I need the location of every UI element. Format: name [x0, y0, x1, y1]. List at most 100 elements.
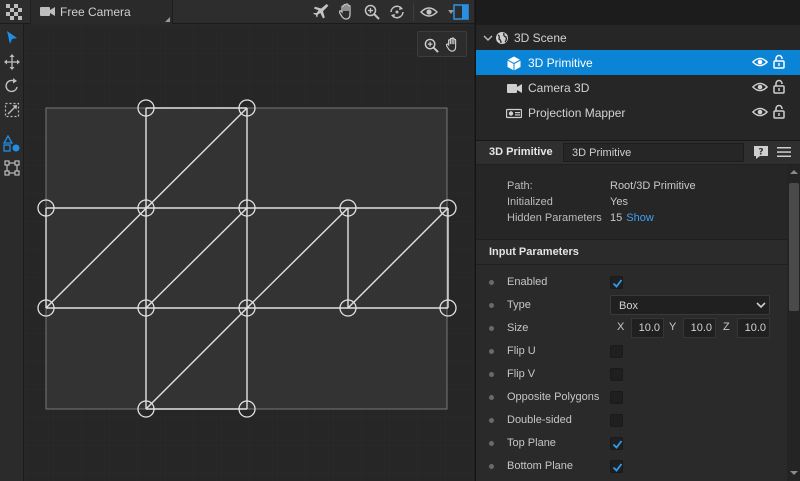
reset-view-icon[interactable] — [387, 2, 407, 22]
airplane-icon[interactable] — [312, 2, 332, 22]
camera-select[interactable]: Free Camera — [30, 0, 173, 24]
zoom-icon[interactable] — [421, 35, 441, 55]
param-label: Size — [507, 322, 529, 334]
param-label: Top Plane — [507, 437, 556, 449]
param-label: Enabled — [507, 276, 548, 288]
panel-toggle-icon[interactable] — [451, 2, 471, 22]
scrollbar-thumb[interactable] — [789, 183, 799, 311]
mesh-canvas[interactable] — [25, 25, 474, 481]
checker-icon[interactable] — [5, 3, 23, 21]
show-hidden-link[interactable]: Show — [626, 212, 654, 224]
toolbar-divider — [413, 3, 414, 21]
viewport-pane: Free Camera — [0, 0, 474, 481]
initialized-label: Initialized — [507, 196, 553, 208]
param-dot[interactable] — [489, 303, 494, 308]
tree-item-3d-primitive[interactable]: 3D Primitive — [476, 50, 800, 75]
camera-select-label: Free Camera — [60, 5, 131, 19]
flip-v-checkbox[interactable] — [610, 368, 623, 381]
type-select[interactable]: Box — [610, 295, 770, 315]
opposite-polygons-checkbox[interactable] — [610, 391, 623, 404]
param-dot[interactable] — [489, 441, 494, 446]
flip-u-checkbox[interactable] — [610, 345, 623, 358]
move-icon[interactable] — [2, 52, 22, 72]
tree-item-label: 3D Primitive — [528, 56, 593, 70]
video-camera-icon — [506, 80, 522, 96]
size-x-label: X — [617, 321, 625, 333]
path-label: Path: — [507, 180, 533, 192]
hidden-parameters-label: Hidden Parameters — [507, 212, 602, 224]
node-name-field[interactable]: 3D Primitive — [563, 143, 744, 162]
type-select-value: Box — [619, 300, 638, 312]
camera-icon — [40, 6, 55, 20]
param-dot[interactable] — [489, 280, 494, 285]
select-arrow-icon[interactable] — [2, 28, 22, 48]
right-panel: 3D Scene 3D Primitive Camera 3D Projecti… — [475, 0, 800, 481]
hand-icon[interactable] — [443, 35, 463, 55]
param-top-plane: Top Plane — [476, 432, 787, 455]
scale-icon[interactable] — [2, 100, 22, 120]
tree-item-3d-scene[interactable]: 3D Scene — [476, 25, 800, 50]
size-x-field[interactable]: 10.0 — [631, 318, 664, 338]
visibility-eye-icon[interactable] — [751, 56, 769, 70]
visibility-eye-icon[interactable] — [751, 106, 769, 120]
enabled-checkbox[interactable] — [610, 276, 623, 289]
path-value: Root/3D Primitive — [610, 180, 696, 192]
size-z-label: Z — [723, 321, 730, 333]
zoom-icon[interactable] — [362, 2, 382, 22]
parameter-list: Enabled Type Box Size X 10.0 Y 10.0 Z 10… — [476, 266, 787, 481]
param-size: Size X 10.0 Y 10.0 Z 10.0 — [476, 317, 787, 340]
param-double-sided: Double-sided — [476, 409, 787, 432]
param-dot[interactable] — [489, 349, 494, 354]
param-dot[interactable] — [489, 326, 494, 331]
size-z-field[interactable]: 10.0 — [737, 318, 770, 338]
rotate-icon[interactable] — [2, 76, 22, 96]
top-plane-checkbox[interactable] — [610, 437, 623, 450]
lock-icon[interactable] — [773, 79, 787, 95]
hand-icon[interactable] — [337, 2, 357, 22]
input-parameters-header[interactable]: Input Parameters — [476, 239, 787, 265]
param-type: Type Box — [476, 294, 787, 317]
scene-tree: 3D Scene 3D Primitive Camera 3D Projecti… — [476, 25, 800, 140]
param-dot[interactable] — [489, 372, 494, 377]
param-bottom-plane: Bottom Plane — [476, 455, 787, 478]
scroll-up-icon[interactable] — [790, 169, 798, 175]
inspector-header: 3D Primitive 3D Primitive ? — [476, 141, 800, 165]
param-label: Double-sided — [507, 414, 572, 426]
param-dot[interactable] — [489, 418, 494, 423]
vertex-edit-icon[interactable] — [2, 134, 22, 154]
lock-icon[interactable] — [773, 104, 787, 120]
eye-icon[interactable] — [419, 2, 439, 22]
double-sided-checkbox[interactable] — [610, 414, 623, 427]
hidden-parameters-count: 15 — [610, 212, 623, 224]
param-enabled: Enabled — [476, 271, 787, 294]
tree-item-camera-3d[interactable]: Camera 3D — [476, 75, 800, 100]
size-y-label: Y — [669, 321, 677, 333]
param-flip-v: Flip V — [476, 363, 787, 386]
param-label: Type — [507, 299, 531, 311]
help-icon[interactable]: ? — [753, 145, 769, 161]
param-dot[interactable] — [489, 464, 494, 469]
scroll-down-icon[interactable] — [790, 470, 798, 476]
globe-icon — [494, 30, 510, 46]
param-dot[interactable] — [489, 395, 494, 400]
hidden-parameters-value: 15 Show — [610, 212, 654, 224]
left-toolbar — [0, 24, 24, 481]
lock-icon[interactable] — [773, 54, 787, 70]
panel-top-bar — [476, 0, 800, 25]
viewport-zoom-pan-box — [417, 31, 467, 57]
hamburger-menu-icon[interactable] — [777, 146, 791, 160]
crop-icon[interactable] — [2, 158, 22, 178]
cube-icon — [506, 55, 522, 71]
tree-item-projection-mapper[interactable]: Projection Mapper — [476, 100, 800, 125]
bottom-plane-checkbox[interactable] — [610, 460, 623, 473]
section-title: Input Parameters — [489, 246, 579, 258]
viewport-canvas[interactable] — [25, 25, 474, 481]
size-y-field[interactable]: 10.0 — [683, 318, 716, 338]
svg-text:?: ? — [758, 148, 763, 158]
initialized-value: Yes — [610, 196, 628, 208]
param-label: Bottom Plane — [507, 460, 574, 472]
inspector-scrollbar[interactable] — [787, 165, 800, 481]
inspector-scroll-area[interactable]: Path: Root/3D Primitive Initialized Yes … — [476, 165, 787, 481]
dropdown-corner-icon — [165, 17, 170, 22]
visibility-eye-icon[interactable] — [751, 81, 769, 95]
